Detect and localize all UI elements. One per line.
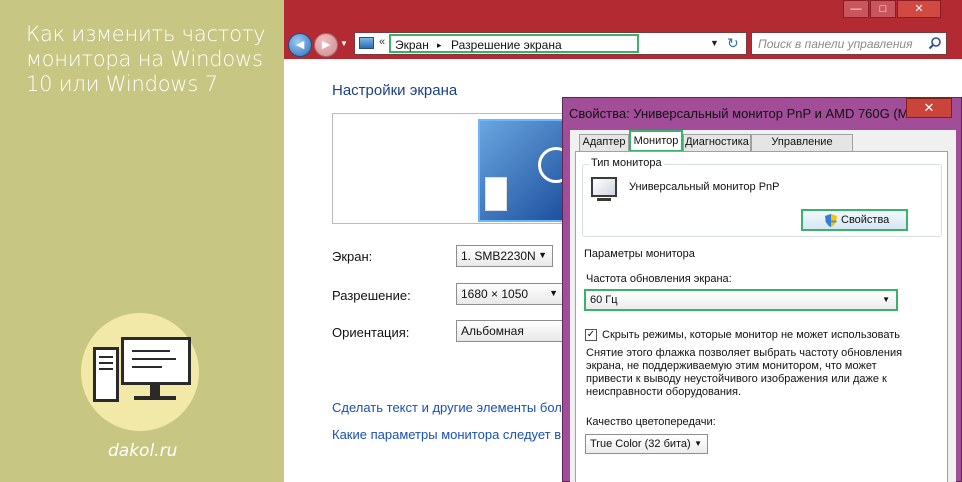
hide-modes-checkbox[interactable]: ✓ — [585, 329, 597, 341]
shield-icon — [825, 214, 837, 227]
warning-line-2: экрана, не поддерживаемую этим монитором… — [586, 360, 877, 372]
forward-button[interactable]: ► — [314, 33, 338, 57]
refresh-icon[interactable]: ↻ — [727, 35, 739, 52]
computer-tower-icon — [93, 347, 119, 402]
search-input[interactable]: Поиск в панели управления — [751, 32, 947, 55]
minimize-button[interactable]: — — [843, 0, 869, 18]
search-icon[interactable] — [928, 36, 942, 50]
chevron-down-icon: ▼ — [882, 295, 890, 304]
tab-diagnostics[interactable]: Диагностика — [683, 134, 751, 151]
history-dropdown-icon[interactable]: ▼ — [340, 39, 348, 48]
color-quality-label: Качество цветопередачи: — [586, 416, 716, 428]
display-select[interactable]: 1. SMB2230N ▼ — [456, 245, 553, 267]
monitor-name: Универсальный монитор PnP — [629, 181, 780, 193]
color-quality-value: True Color (32 бита) — [590, 438, 691, 450]
text-size-link[interactable]: Сделать текст и другие элементы больш — [332, 400, 579, 415]
monitor-icon — [591, 177, 617, 197]
warning-line-3: привести к выводу неустойчивого изображе… — [586, 373, 887, 385]
display-value: 1. SMB2230N — [461, 249, 536, 263]
monitor-icon — [121, 337, 191, 385]
tab-adapter[interactable]: Адаптер — [579, 134, 629, 151]
close-button[interactable]: ✕ — [897, 0, 941, 18]
resolution-label: Разрешение: — [332, 288, 411, 303]
tab-color-management[interactable]: Управление цветом — [751, 134, 853, 163]
dialog-body: Адаптер Монитор Диагностика Управление ц… — [570, 130, 956, 482]
article-banner: Как изменить частоту монитора на Windows… — [0, 0, 284, 482]
orientation-label: Ориентация: — [332, 325, 410, 340]
search-placeholder: Поиск в панели управления — [758, 37, 913, 51]
dialog-close-button[interactable]: ✕ — [906, 98, 952, 118]
monitor-settings-help-link[interactable]: Какие параметры монитора следует вы — [332, 427, 571, 442]
chevron-down-icon: ▼ — [538, 250, 547, 260]
refresh-rate-label: Частота обновления экрана: — [586, 273, 732, 285]
properties-button[interactable]: Свойства — [801, 209, 908, 231]
preview-window-icon — [485, 177, 507, 211]
breadcrumb-item-resolution[interactable]: Разрешение экрана — [451, 38, 562, 52]
monitor-1-preview[interactable] — [478, 119, 574, 222]
orientation-value: Альбомная — [461, 324, 524, 338]
monitor-base-icon — [134, 396, 176, 400]
refresh-rate-select[interactable]: 60 Гц ▼ — [584, 289, 898, 311]
monitor-tab-panel: Тип монитора Универсальный монитор PnP С… — [575, 151, 948, 482]
resolution-select[interactable]: 1680 × 1050 ▼ — [456, 283, 564, 305]
tab-monitor[interactable]: Монитор — [629, 130, 683, 152]
window-title-bar: — □ ✕ — [284, 0, 962, 30]
properties-button-label: Свойства — [841, 214, 890, 226]
color-quality-select[interactable]: True Color (32 бита) ▼ — [585, 434, 708, 454]
monitor-params-group: Параметры монитора Частота обновления эк… — [582, 248, 942, 480]
warning-line-4: неисправности оборудования. — [586, 386, 742, 398]
monitor-params-heading: Параметры монитора — [582, 248, 697, 260]
control-panel-icon — [359, 37, 374, 49]
warning-line-1: Снятие этого флажка позволяет выбрать ча… — [586, 347, 903, 359]
page-title: Настройки экрана — [332, 82, 458, 99]
breadcrumb-overflow[interactable]: « — [379, 36, 385, 48]
chevron-down-icon: ▼ — [694, 439, 702, 448]
address-bar[interactable]: « Экран ▸ Разрешение экрана ▼ ↻ — [354, 32, 747, 55]
refresh-rate-value: 60 Гц — [590, 294, 618, 306]
navigation-bar: ◄ ► ▼ « Экран ▸ Разрешение экрана ▼ ↻ По… — [284, 30, 962, 59]
address-dropdown-icon[interactable]: ▼ — [710, 38, 719, 48]
monitor-stand-icon — [597, 198, 611, 201]
breadcrumb-item-screen[interactable]: Экран — [395, 38, 429, 52]
resolution-value: 1680 × 1050 — [461, 287, 529, 301]
hide-modes-label[interactable]: Скрыть режимы, которые монитор не может … — [602, 329, 900, 342]
dialog-title: Свойства: Универсальный монитор PnP и AM… — [569, 106, 933, 121]
maximize-button[interactable]: □ — [870, 0, 896, 18]
chevron-down-icon: ▼ — [549, 288, 558, 298]
breadcrumb-separator-icon[interactable]: ▸ — [437, 40, 442, 51]
orientation-select[interactable]: Альбомная — [456, 320, 566, 342]
monitor-type-heading: Тип монитора — [589, 157, 664, 169]
breadcrumb: Экран ▸ Разрешение экрана — [389, 34, 639, 53]
site-name: dakol.ru — [108, 441, 178, 461]
back-button[interactable]: ◄ — [288, 33, 312, 57]
article-title: Как изменить частоту монитора на Windows… — [26, 22, 266, 96]
monitor-properties-dialog: Свойства: Универсальный монитор PnP и AM… — [562, 97, 962, 482]
display-label: Экран: — [332, 249, 373, 264]
monitor-type-group: Тип монитора Универсальный монитор PnP С… — [582, 157, 942, 237]
